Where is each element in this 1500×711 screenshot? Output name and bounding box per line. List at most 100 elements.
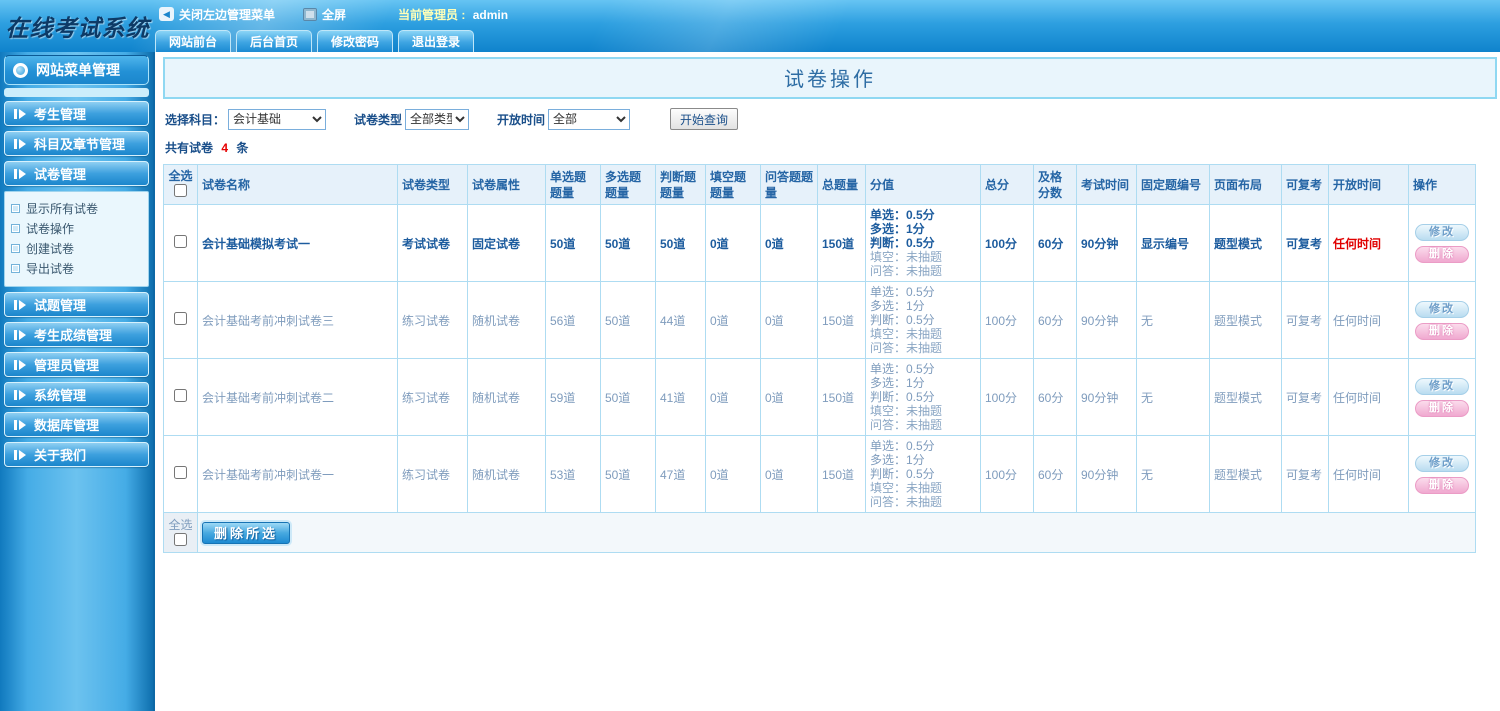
admin-info: 当前管理员 : admin [398,6,508,23]
col-actions: 操作 [1408,164,1476,205]
col-paper-type: 试卷类型 [397,164,468,205]
table-row: 会计基础考前冲刺试卷三 练习试卷 随机试卷 56道 50道 44道 0道 0道 … [163,281,1476,359]
qa-count: 0道 [760,204,818,282]
tab-admin-home[interactable]: 后台首页 [236,30,313,52]
select-all-checkbox[interactable] [174,184,187,197]
submenu-paper-operation[interactable]: 试卷操作 [11,218,148,238]
paper-type-select[interactable]: 全部类型 [405,108,470,130]
paper-type: 练习试卷 [397,281,468,359]
paper-attr: 随机试卷 [467,281,546,359]
pass-score: 60分 [1033,435,1077,513]
play-icon [14,108,27,119]
fixed-number: 无 [1136,435,1210,513]
square-bullet-icon [11,243,20,253]
paper-count: 共有试卷 4 条 [165,139,1497,156]
sidebar-item-admin-management[interactable]: 管理员管理 [4,352,149,377]
score-line: 多选：1分 [870,453,925,467]
delete-button[interactable]: 删除 [1415,399,1469,417]
fixed-number: 无 [1136,358,1210,436]
judge-count: 50道 [655,204,706,282]
sidebar-item-score-management[interactable]: 考生成绩管理 [4,322,149,347]
total-count: 150道 [817,204,866,282]
sidebar-item-label: 试卷管理 [34,167,87,182]
sidebar-item-label: 系统管理 [34,388,87,403]
delete-button[interactable]: 删除 [1415,245,1469,263]
col-exam-time: 考试时间 [1076,164,1137,205]
retake: 可复考 [1281,281,1329,359]
col-qa-count: 问答题题量 [760,164,818,205]
table-footer-row: 全选 删除所选 [163,512,1476,553]
delete-button[interactable]: 删除 [1415,322,1469,340]
fill-count: 0道 [705,358,761,436]
select-all-footer-checkbox[interactable] [174,533,187,546]
delete-button[interactable]: 删除 [1415,476,1469,494]
sidebar-strip [4,88,149,97]
multi-count: 50道 [600,435,656,513]
qa-count: 0道 [760,435,818,513]
col-retake: 可复考 [1281,164,1329,205]
submenu-export-paper[interactable]: 导出试卷 [11,258,148,278]
open-time-filter-label: 开放时间 [497,112,546,127]
score-line: 单选：0.5分 [870,362,935,376]
sidebar-item-examinee-management[interactable]: 考生管理 [4,101,149,126]
score-line-muted: 填空：未抽题 [870,327,943,341]
topbar: 在线考试系统 ◀ 关闭左边管理菜单 全屏 当前管理员 : admin 网站前台 … [0,0,1500,52]
total-count: 150道 [817,281,866,359]
open-time-select[interactable]: 全部 [548,108,631,130]
play-icon [14,138,27,149]
col-multi-count: 多选题题量 [600,164,656,205]
collapse-menu-link[interactable]: ◀ 关闭左边管理菜单 [159,6,275,23]
sidebar-item-label: 试题管理 [34,298,87,313]
row-checkbox[interactable] [174,466,187,479]
sidebar-item-question-management[interactable]: 试题管理 [4,292,149,317]
page-layout: 题型模式 [1209,358,1282,436]
row-checkbox[interactable] [174,235,187,248]
delete-selected-button[interactable]: 删除所选 [202,521,291,544]
sidebar-item-database-management[interactable]: 数据库管理 [4,412,149,437]
retake: 可复考 [1281,358,1329,436]
total-count: 150道 [817,435,866,513]
count-value: 4 [221,141,229,155]
col-pass-score: 及格分数 [1033,164,1077,205]
play-icon [14,419,27,430]
sidebar-item-paper-management[interactable]: 试卷管理 [4,161,149,186]
play-icon [14,389,27,400]
fill-count: 0道 [705,204,761,282]
score-line: 判断：0.5分 [870,313,935,327]
edit-button[interactable]: 修改 [1415,223,1469,241]
select-all-header-label: 全选 [168,169,193,183]
tab-logout[interactable]: 退出登录 [398,30,475,52]
col-single-count: 单选题题量 [545,164,601,205]
edit-button[interactable]: 修改 [1415,454,1469,472]
sidebar-item-system-management[interactable]: 系统管理 [4,382,149,407]
pass-score: 60分 [1033,281,1077,359]
submenu-create-paper[interactable]: 创建试卷 [11,238,148,258]
paper-name: 会计基础考前冲刺试卷三 [197,281,398,359]
judge-count: 41道 [655,358,706,436]
edit-button[interactable]: 修改 [1415,300,1469,318]
row-checkbox[interactable] [174,312,187,325]
edit-button[interactable]: 修改 [1415,377,1469,395]
score-line: 多选：1分 [870,222,925,236]
count-prefix: 共有试卷 [165,141,214,155]
tab-change-password[interactable]: 修改密码 [317,30,394,52]
filter-bar: 选择科目： 会计基础 试卷类型 全部类型 开放时间 全部 开始查询 [163,108,1497,130]
sidebar-item-subject-chapter-management[interactable]: 科目及章节管理 [4,131,149,156]
single-count: 53道 [545,435,601,513]
submenu-show-all-papers[interactable]: 显示所有试卷 [11,198,148,218]
sidebar-item-about-us[interactable]: 关于我们 [4,442,149,467]
row-checkbox[interactable] [174,389,187,402]
col-fill-count: 填空题题量 [705,164,761,205]
subject-select[interactable]: 会计基础 [228,108,327,130]
count-suffix: 条 [236,141,249,155]
score-line: 判断：0.5分 [870,390,935,404]
page: 在线考试系统 ◀ 关闭左边管理菜单 全屏 当前管理员 : admin 网站前台 … [0,0,1500,711]
col-judge-count: 判断题题量 [655,164,706,205]
submenu-item-label: 试卷操作 [26,221,75,236]
page-layout: 题型模式 [1209,281,1282,359]
fullscreen-link[interactable]: 全屏 [303,6,346,23]
tab-site-front[interactable]: 网站前台 [155,30,232,52]
search-button[interactable]: 开始查询 [670,108,739,130]
submenu-item-label: 显示所有试卷 [26,201,99,216]
col-open-time: 开放时间 [1328,164,1409,205]
